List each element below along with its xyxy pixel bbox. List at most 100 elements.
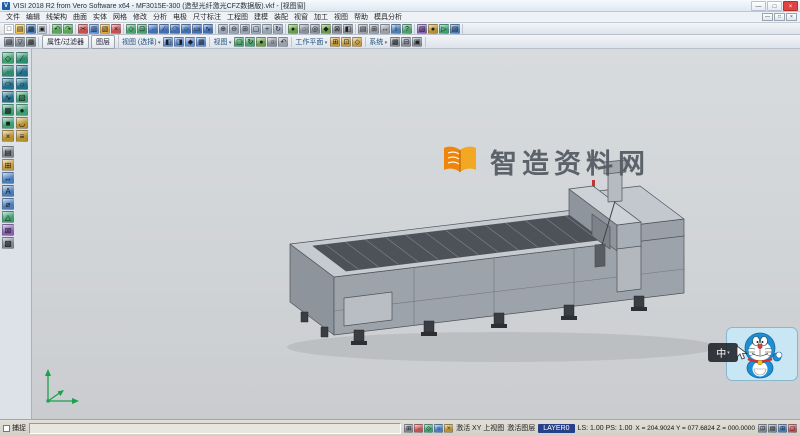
views-icon[interactable]: ⊠ (332, 23, 342, 34)
layers-icon[interactable]: ▤ (358, 23, 368, 34)
block-tool-icon[interactable]: ■ (2, 117, 14, 129)
delete-icon[interactable]: × (111, 23, 121, 34)
macro-icon[interactable]: ▣ (412, 36, 423, 47)
refresh-icon[interactable]: ↻ (245, 36, 256, 47)
dimension-tool-icon[interactable]: ↔ (2, 172, 14, 184)
menu-item-14[interactable]: 加工 (311, 12, 331, 22)
fullscreen-icon[interactable]: ▢ (788, 423, 797, 433)
wireframe-icon[interactable]: ◌ (299, 23, 309, 34)
view-top-icon[interactable]: ◨ (174, 36, 185, 47)
trim-tool-icon[interactable]: × (2, 130, 14, 142)
machining-tool-icon[interactable]: ⊠ (2, 224, 14, 236)
snap-intersection-icon[interactable]: × (444, 423, 454, 433)
section-icon[interactable]: ◧ (343, 23, 353, 34)
pan-icon[interactable]: + (262, 23, 272, 34)
panel-tab-1[interactable]: 图层 (90, 34, 115, 49)
menu-item-5[interactable]: 网格 (110, 12, 130, 22)
solid-tool-icon[interactable]: ▦ (2, 104, 14, 116)
help-icon[interactable]: ? (402, 23, 412, 34)
menu-item-13[interactable]: 视窗 (291, 12, 311, 22)
cut-icon[interactable]: ✂ (78, 23, 88, 34)
workplane-xy-icon[interactable]: ⊞ (330, 36, 341, 47)
save-icon[interactable]: ▦ (26, 23, 36, 34)
zoom-out-icon[interactable]: ⊖ (229, 23, 239, 34)
maximize-button[interactable]: □ (767, 0, 782, 11)
mdi-close-button[interactable]: × (786, 13, 797, 21)
panel-tab-0[interactable]: 属性/过滤器 (42, 34, 89, 49)
select-window-icon[interactable]: ⊡ (137, 23, 147, 34)
snap-midpoint-icon[interactable]: ◇ (424, 423, 434, 433)
snap-toggle[interactable]: 捕捉 (3, 423, 26, 433)
menu-item-9[interactable]: 尺寸标注 (190, 12, 224, 22)
point-tool-icon[interactable]: ∙ (2, 65, 14, 77)
sphere-tool-icon[interactable]: ● (16, 104, 28, 116)
menu-item-6[interactable]: 修改 (130, 12, 150, 22)
mdi-restore-button[interactable]: □ (774, 13, 785, 21)
diameter-tool-icon[interactable]: ⌀ (2, 198, 14, 210)
view-named-icon[interactable]: ▦ (196, 36, 207, 47)
line-tool-icon[interactable]: ∕ (16, 65, 28, 77)
menu-item-0[interactable]: 文件 (3, 12, 23, 22)
snap-center-icon[interactable]: ○ (434, 423, 444, 433)
rotate-view-icon[interactable]: ↻ (273, 23, 283, 34)
workplane-new-icon[interactable]: ⊡ (341, 36, 352, 47)
copy-icon[interactable]: ▥ (89, 23, 99, 34)
coord-mode-icon[interactable]: ⊡ (758, 423, 767, 433)
report-icon[interactable]: ▤ (450, 23, 460, 34)
shaded-icon[interactable]: ● (288, 23, 298, 34)
menu-item-16[interactable]: 帮助 (351, 12, 371, 22)
minimize-button[interactable]: — (751, 0, 766, 11)
surface-tool-icon[interactable]: ▧ (16, 91, 28, 103)
menu-item-7[interactable]: 分析 (150, 12, 170, 22)
analyze-tool-icon[interactable]: △ (2, 211, 14, 223)
hidden-line-icon[interactable]: ◎ (310, 23, 320, 34)
select-icon[interactable]: ◇ (126, 23, 136, 34)
curve-tool-icon[interactable]: ∿ (2, 91, 14, 103)
wire-mode-icon[interactable]: ○ (267, 36, 278, 47)
properties-icon[interactable]: ▤ (4, 36, 14, 47)
circle-tool-icon[interactable]: ○ (16, 78, 28, 90)
shade-mode-icon[interactable]: ● (256, 36, 267, 47)
menu-item-4[interactable]: 实体 (90, 12, 110, 22)
mdi-minimize-button[interactable]: — (762, 13, 773, 21)
units-icon[interactable]: ▤ (768, 423, 777, 433)
grid-icon[interactable]: ⊞ (369, 23, 379, 34)
active-layer-label[interactable]: 激活图层 (507, 423, 535, 433)
point-icon[interactable]: ∙ (148, 23, 158, 34)
menu-item-10[interactable]: 工程图 (224, 12, 251, 22)
material-icon[interactable]: ▨ (417, 23, 427, 34)
redo-icon[interactable]: ↷ (63, 23, 73, 34)
grid-toggle-icon[interactable]: ⊞ (778, 423, 787, 433)
snap-grid-icon[interactable]: ⊞ (404, 423, 414, 433)
menu-item-1[interactable]: 编辑 (23, 12, 43, 22)
render-icon[interactable]: ● (428, 23, 438, 34)
menu-item-11[interactable]: 建模 (251, 12, 271, 22)
zoom-window-icon[interactable]: ⊞ (240, 23, 250, 34)
spline-icon[interactable]: ∿ (203, 23, 213, 34)
calculator-icon[interactable]: ⊟ (401, 36, 412, 47)
zoom-all-icon[interactable]: ▢ (234, 36, 245, 47)
workplane-panel-icon[interactable]: ⊞ (2, 159, 14, 171)
arc-tool-icon[interactable]: ◠ (2, 78, 14, 90)
viewport-3d[interactable]: 智造资料网 中 ▾ (32, 49, 800, 419)
fillet-tool-icon[interactable]: ◡ (16, 117, 28, 129)
select-tool-icon[interactable]: ◇ (2, 52, 14, 64)
layer-manager-icon[interactable]: ▦ (26, 36, 36, 47)
menu-item-15[interactable]: 视图 (331, 12, 351, 22)
menu-item-8[interactable]: 电极 (170, 12, 190, 22)
ime-badge[interactable]: 中 ▾ (708, 343, 738, 362)
open-icon[interactable]: ▤ (15, 23, 25, 34)
layer-indicator[interactable]: LAYER0 (538, 423, 575, 433)
menu-item-17[interactable]: 模具分析 (371, 12, 405, 22)
undo-icon[interactable]: ↶ (52, 23, 62, 34)
filter-icon[interactable]: ▽ (15, 36, 25, 47)
arc-icon[interactable]: ◠ (170, 23, 180, 34)
info-icon[interactable]: i (391, 23, 401, 34)
menu-item-3[interactable]: 曲面 (70, 12, 90, 22)
view-front-icon[interactable]: ◧ (163, 36, 174, 47)
animate-icon[interactable]: ▷ (439, 23, 449, 34)
print-icon[interactable]: ▣ (37, 23, 47, 34)
menu-item-2[interactable]: 线架构 (43, 12, 70, 22)
snap-endpoint-icon[interactable]: ∙ (414, 423, 424, 433)
zoom-in-icon[interactable]: ⊕ (218, 23, 228, 34)
